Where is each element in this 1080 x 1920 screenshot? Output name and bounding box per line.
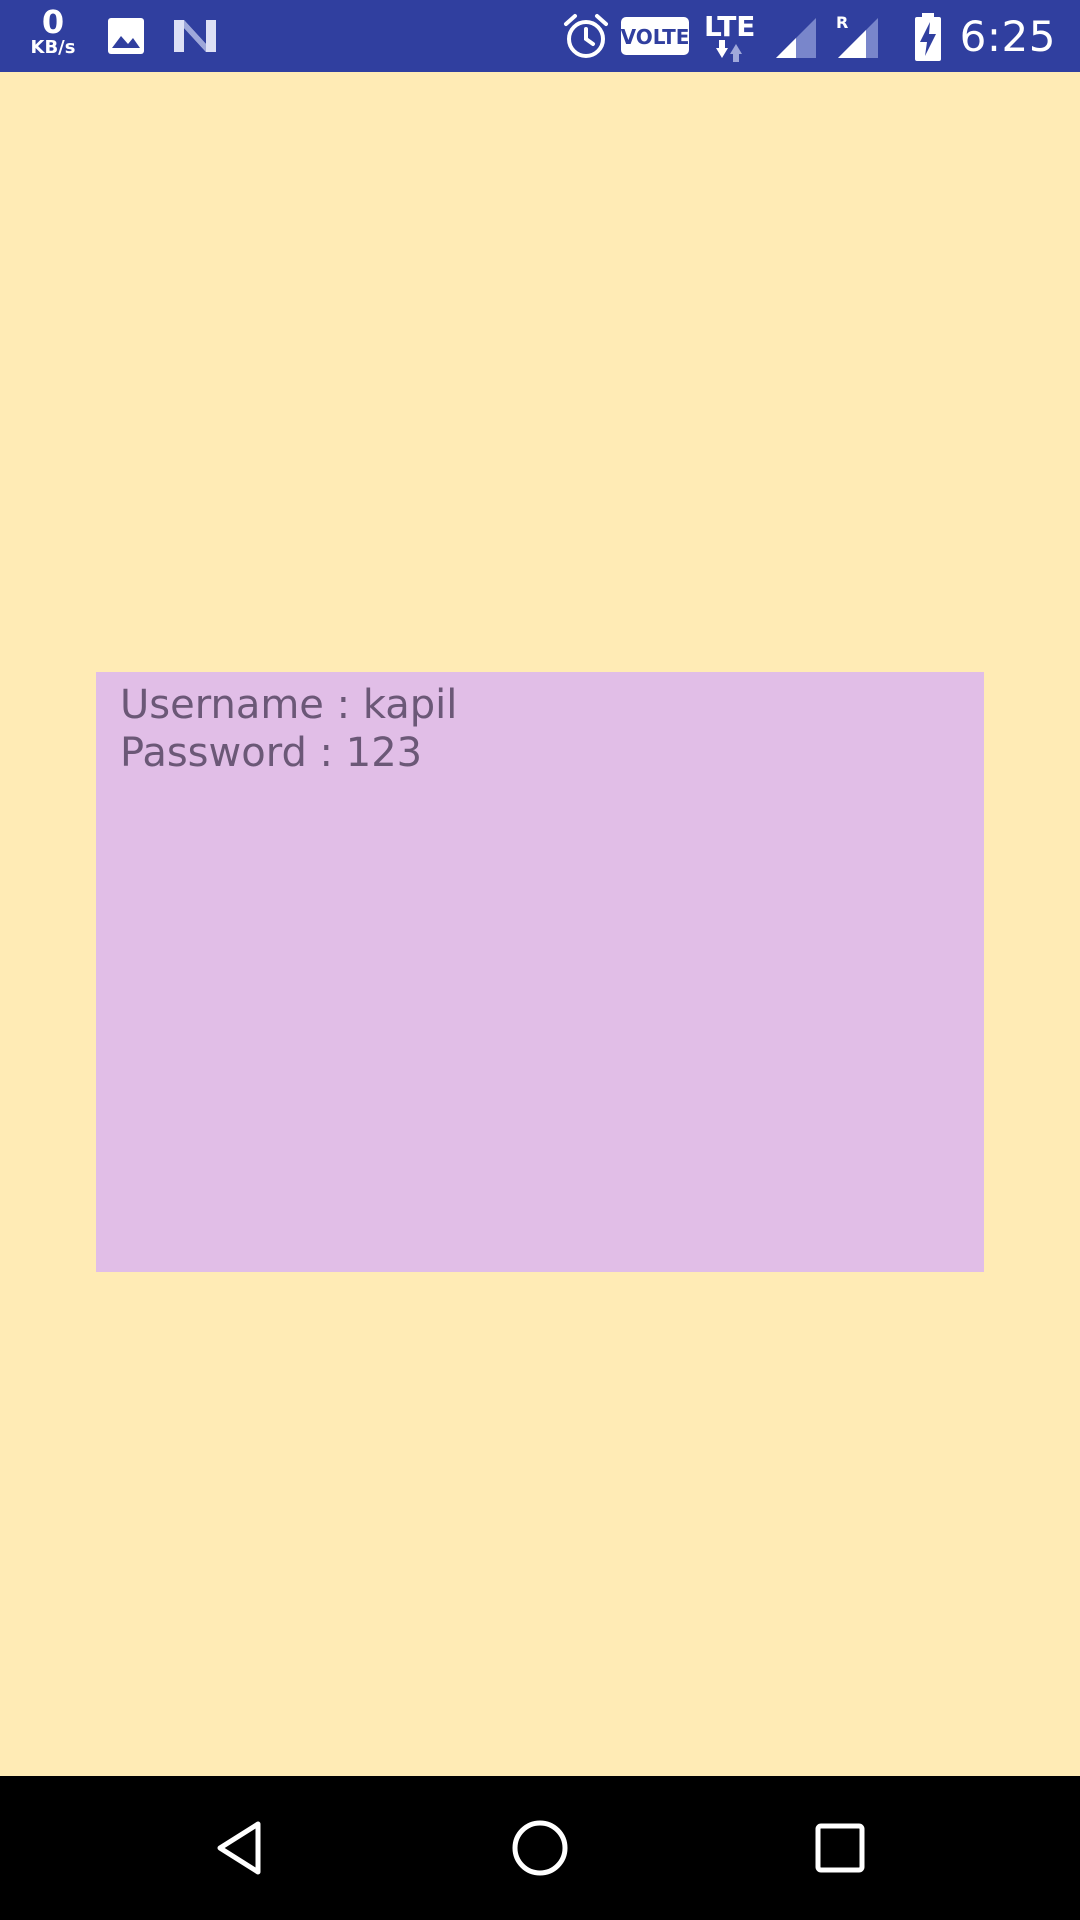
status-time: 6:25 bbox=[959, 12, 1056, 61]
battery-charging-icon bbox=[915, 13, 941, 61]
back-icon[interactable] bbox=[204, 1812, 276, 1884]
image-icon bbox=[108, 18, 144, 54]
password-text: Password : 123 bbox=[120, 730, 423, 776]
n-icon bbox=[174, 20, 216, 52]
home-icon[interactable] bbox=[504, 1812, 576, 1884]
net-speed-value: 0 bbox=[41, 3, 65, 41]
recents-icon[interactable] bbox=[804, 1812, 876, 1884]
username-text: Username : kapil bbox=[120, 682, 458, 728]
net-speed-unit: KB/s bbox=[30, 37, 76, 58]
lte-icon: LTE bbox=[704, 10, 755, 62]
roaming-signal-icon: R bbox=[836, 13, 878, 58]
volte-icon: VOLTE bbox=[621, 17, 690, 55]
signal-icon bbox=[776, 18, 816, 58]
volte-label: VOLTE bbox=[621, 25, 690, 49]
credentials-card: Username : kapil Password : 123 bbox=[96, 672, 984, 1272]
roaming-label: R bbox=[836, 13, 848, 32]
lte-label: LTE bbox=[704, 10, 755, 43]
navigation-bar bbox=[0, 1776, 1080, 1920]
status-bar: 0 KB/s VOLTE LTE R 6:25 bbox=[0, 0, 1080, 72]
net-speed-indicator: 0 KB/s bbox=[22, 6, 84, 57]
alarm-icon bbox=[564, 14, 608, 58]
main-content: Username : kapil Password : 123 bbox=[0, 72, 1080, 1776]
